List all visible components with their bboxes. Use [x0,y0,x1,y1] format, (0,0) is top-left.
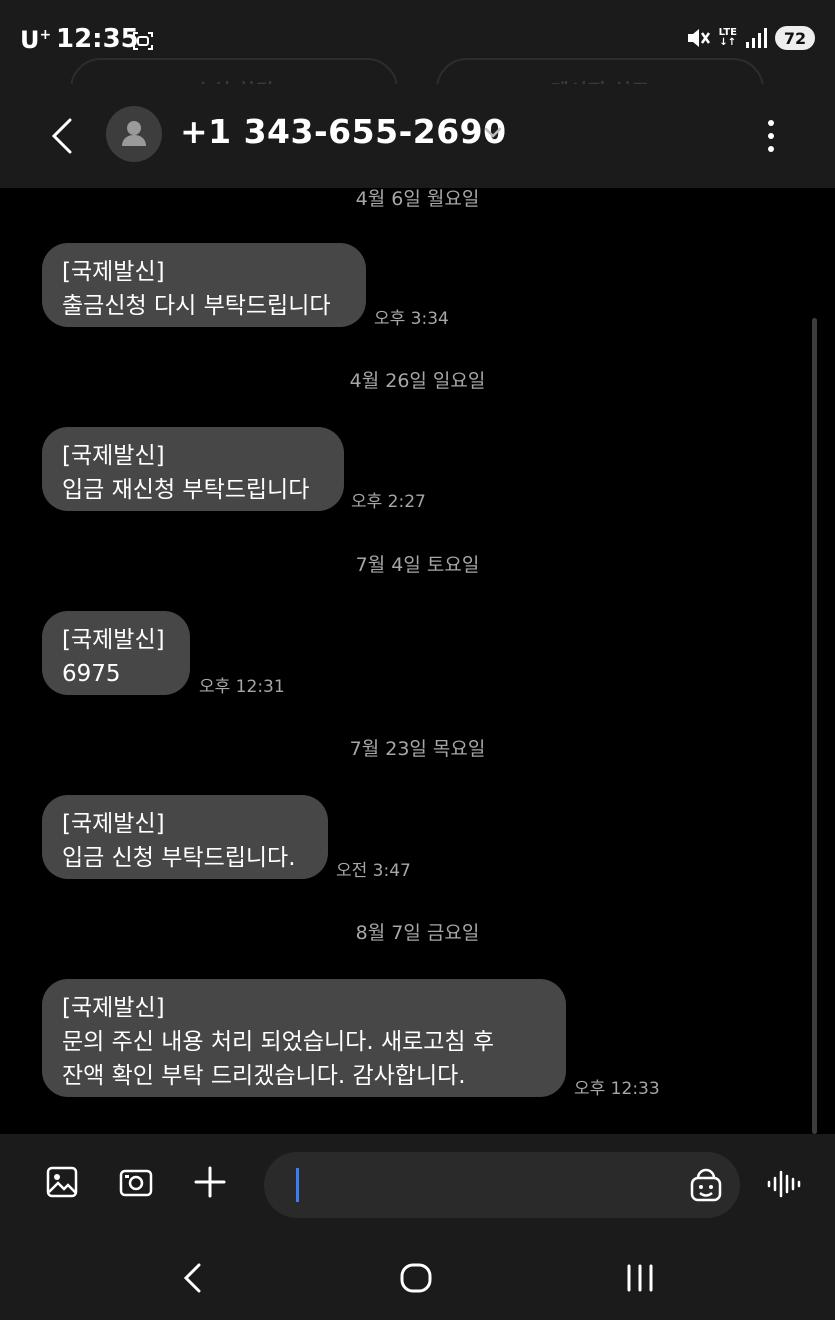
date-separator: 4월 6일 월요일 [355,188,480,210]
more-options-icon[interactable] [764,118,778,154]
nav-back-icon[interactable] [180,1262,204,1294]
message-bubble[interactable]: [국제발신] 입금 재신청 부탁드립니다 [42,427,344,511]
chevron-down-icon[interactable] [483,126,503,140]
date-separator: 8월 7일 금요일 [355,922,480,944]
text-caret [296,1168,299,1202]
camera-icon[interactable] [118,1164,154,1200]
message-line: 입금 신청 부탁드립니다. [62,845,296,871]
message-line: 문의 주신 내용 처리 되었습니다. 새로고침 후 [62,1029,495,1055]
contact-avatar[interactable] [106,106,162,162]
plus-icon[interactable] [192,1164,228,1200]
mute-icon [687,29,710,47]
contact-name[interactable]: +1 343-655-2690 [180,112,507,151]
conversation-header: +1 343-655-2690 [0,84,835,188]
date-separator: 7월 4일 토요일 [355,554,480,576]
signal-icon [746,28,767,48]
emoji-icon[interactable] [688,1166,724,1204]
image-icon[interactable] [44,1164,80,1200]
message-line: 출금신청 다시 부탁드립니다 [62,293,331,319]
message-bubble[interactable]: [국제발신] 입금 신청 부탁드립니다. [42,795,328,879]
battery-indicator: 72 [775,26,815,50]
message-line: [국제발신] [62,443,165,469]
message-bubble[interactable]: [국제발신] 문의 주신 내용 처리 되었습니다. 새로고침 후 잔액 확인 부… [42,979,566,1097]
message-time: 오후 3:34 [374,309,449,329]
carrier-label: U+ [20,26,52,54]
message-line: [국제발신] [62,995,165,1021]
message-line: 입금 재신청 부탁드립니다 [62,477,310,503]
message-time: 오후 2:27 [351,492,426,512]
message-time: 오후 12:33 [574,1079,660,1099]
message-list[interactable]: 4월 6일 월요일 [국제발신] 출금신청 다시 부탁드립니다 오후 3:34 … [0,188,835,1133]
date-separator: 7월 23일 목요일 [349,738,486,760]
message-bubble[interactable]: [국제발신] 출금신청 다시 부탁드립니다 [42,243,366,327]
person-icon [122,121,146,146]
lte-indicator: LTE ↓↑ [718,27,737,48]
nav-recents-icon[interactable] [624,1262,656,1294]
message-line: [국제발신] [62,627,165,653]
screen-record-icon [133,32,153,50]
message-time: 오후 12:31 [199,677,285,697]
status-indicators: LTE ↓↑ 72 [685,26,815,50]
status-time: 12:35 [56,24,139,54]
message-line: [국제발신] [62,811,165,837]
message-composer [0,1134,835,1234]
message-line: 6975 [62,661,121,687]
back-arrow-icon[interactable] [48,116,76,156]
scrollbar[interactable] [812,318,817,1134]
message-line: 잔액 확인 부탁 드리겠습니다. 감사합니다. [62,1063,466,1089]
message-input[interactable] [264,1152,740,1218]
system-navigation-bar [0,1234,835,1320]
nav-home-icon[interactable] [399,1262,433,1294]
date-separator: 4월 26일 일요일 [349,370,486,392]
message-bubble[interactable]: [국제발신] 6975 [42,611,190,695]
message-line: [국제발신] [62,259,165,285]
message-time: 오전 3:47 [336,861,411,881]
voice-icon[interactable] [766,1168,804,1200]
